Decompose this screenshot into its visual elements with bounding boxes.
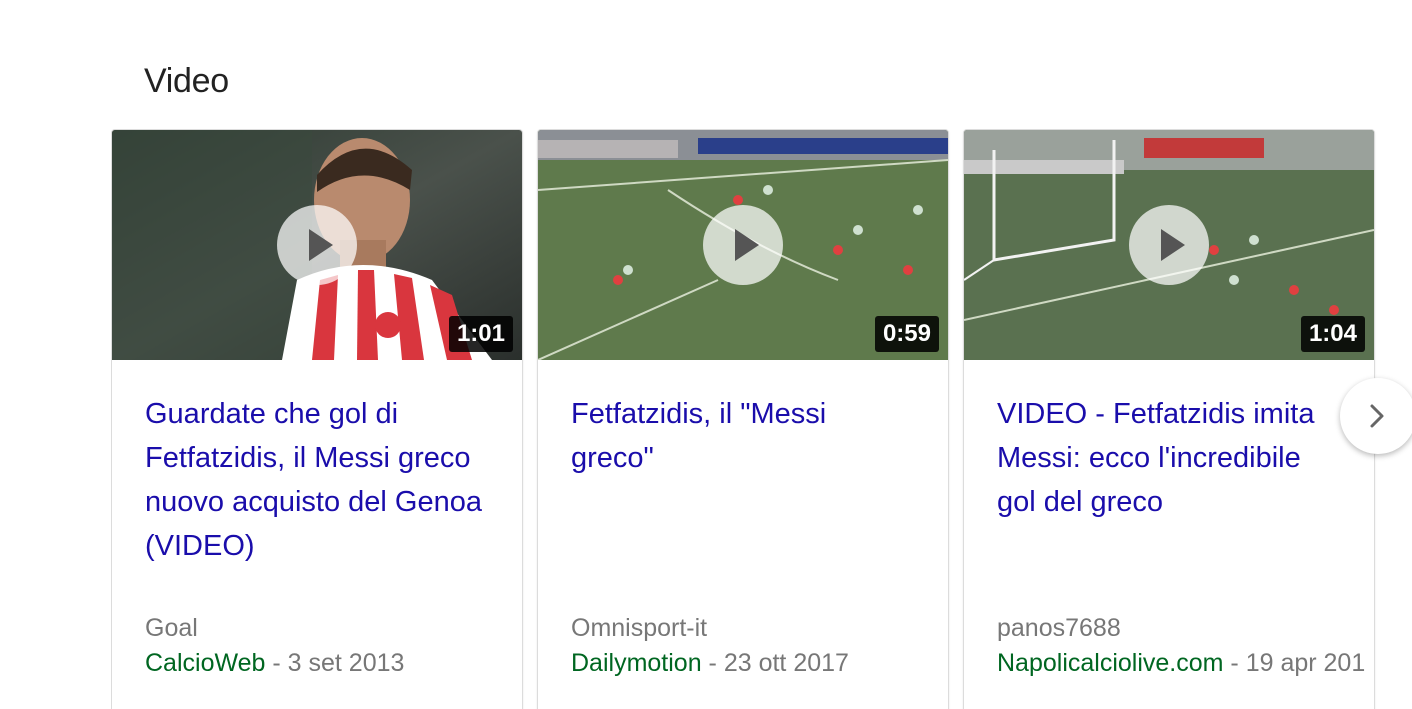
video-thumbnail[interactable]: 1:01 bbox=[112, 130, 522, 360]
carousel-next-button[interactable] bbox=[1340, 378, 1412, 454]
play-icon bbox=[735, 229, 759, 261]
video-source: Omnisport-it bbox=[571, 614, 708, 642]
video-carousel: 1:01 Guardate che gol di Fetfatzidis, il… bbox=[111, 129, 1412, 709]
video-date: - 19 apr 201 bbox=[1223, 649, 1366, 677]
video-site: Napolicalciolive.com bbox=[997, 649, 1224, 677]
play-icon bbox=[309, 229, 333, 261]
video-thumbnail[interactable]: 0:59 bbox=[538, 130, 948, 360]
section-title: Video bbox=[144, 62, 229, 100]
video-title-link[interactable]: Guardate che gol di Fetfatzidis, il Mess… bbox=[145, 392, 485, 568]
video-title-link[interactable]: Fetfatzidis, il "Messi greco" bbox=[571, 392, 911, 480]
video-duration: 0:59 bbox=[874, 316, 939, 352]
video-card[interactable]: 1:04 VIDEO - Fetfatzidis imita Messi: ec… bbox=[963, 129, 1375, 709]
video-title-link[interactable]: VIDEO - Fetfatzidis imita Messi: ecco l'… bbox=[997, 392, 1337, 524]
video-meta: Dailymotion - 23 ott 2017 bbox=[571, 649, 849, 678]
video-date: - 3 set 2013 bbox=[265, 649, 405, 677]
video-meta: CalcioWeb - 3 set 2013 bbox=[145, 649, 404, 678]
video-duration: 1:01 bbox=[448, 316, 513, 352]
play-button[interactable] bbox=[1129, 205, 1209, 285]
video-thumbnail[interactable]: 1:04 bbox=[964, 130, 1374, 360]
chevron-right-icon bbox=[1370, 404, 1384, 428]
play-button[interactable] bbox=[277, 205, 357, 285]
video-site: Dailymotion bbox=[571, 649, 702, 677]
video-date: - 23 ott 2017 bbox=[701, 649, 849, 677]
video-card[interactable]: 1:01 Guardate che gol di Fetfatzidis, il… bbox=[111, 129, 523, 709]
video-source: Goal bbox=[145, 614, 198, 642]
video-site: CalcioWeb bbox=[145, 649, 266, 677]
video-card[interactable]: 0:59 Fetfatzidis, il "Messi greco" Omnis… bbox=[537, 129, 949, 709]
play-button[interactable] bbox=[703, 205, 783, 285]
video-source: panos7688 bbox=[997, 614, 1121, 642]
video-meta: Napolicalciolive.com - 19 apr 201 bbox=[997, 649, 1365, 678]
play-icon bbox=[1161, 229, 1185, 261]
video-duration: 1:04 bbox=[1300, 316, 1365, 352]
